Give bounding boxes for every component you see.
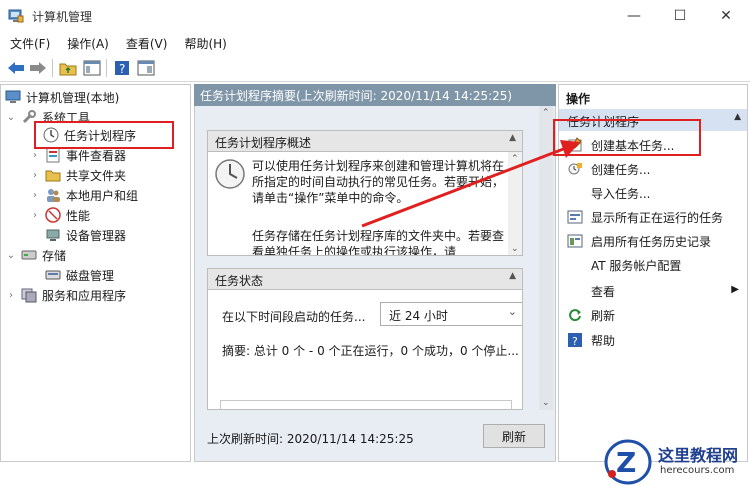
site-watermark: Z 这里教程网 herecours.com (598, 438, 750, 485)
annotation-arrow (361, 140, 580, 228)
watermark-logo-icon: Z (604, 439, 652, 485)
watermark-name: 这里教程网 (658, 446, 739, 465)
watermark-url: herecours.com (660, 465, 735, 476)
svg-text:Z: Z (616, 446, 636, 479)
